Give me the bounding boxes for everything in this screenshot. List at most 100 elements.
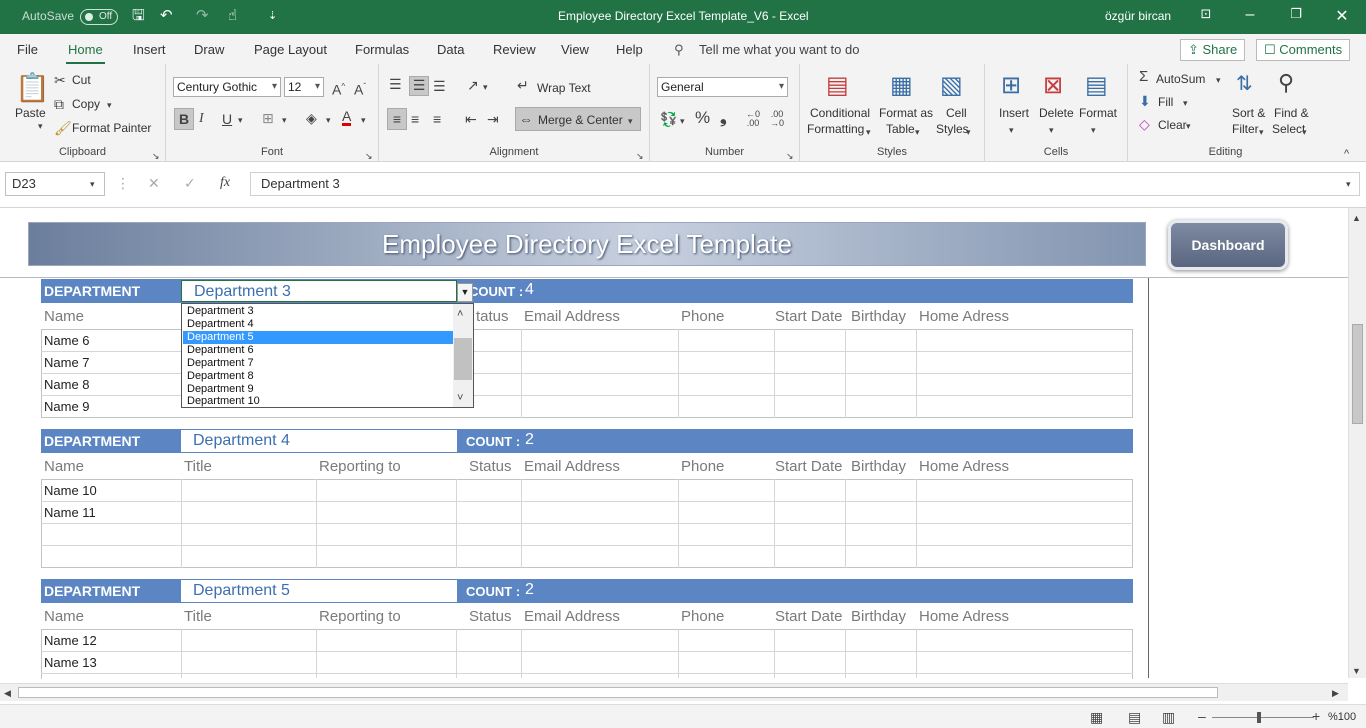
zoom-slider[interactable] (1212, 717, 1314, 718)
delete-cells-button[interactable]: Delete (1039, 106, 1074, 120)
zoom-out-icon[interactable]: – (1198, 708, 1206, 724)
wrap-text-button[interactable]: Wrap Text (537, 81, 591, 95)
fill-color-dropdown-icon[interactable]: ▾ (326, 112, 331, 128)
dropdown-option[interactable]: Department 4 (183, 318, 453, 331)
redo-icon[interactable]: ↷ (196, 7, 209, 25)
format-cells-button[interactable]: Format (1079, 106, 1117, 120)
find-select-dropdown-icon[interactable]: ▾ (1302, 124, 1307, 140)
dropdown-option[interactable]: Department 7 (183, 357, 453, 370)
page-break-view-icon[interactable]: ▥ (1162, 709, 1175, 725)
tab-data[interactable]: Data (437, 42, 464, 57)
font-color-icon[interactable]: A (342, 109, 352, 126)
insert-cells-icon[interactable]: ⊞ (1001, 72, 1021, 100)
table-row-name[interactable]: Name 10 (44, 483, 97, 498)
clear-icon[interactable]: ◇ (1139, 116, 1150, 132)
table-row-name[interactable]: Name 7 (44, 355, 90, 370)
increase-font-icon[interactable]: A^ (332, 79, 345, 98)
cell-styles-icon[interactable]: ▧ (940, 72, 963, 100)
restore-icon[interactable]: ❐ (1286, 6, 1306, 22)
decrease-font-icon[interactable]: Aˇ (354, 79, 366, 98)
paste-icon[interactable]: 📋 (15, 72, 50, 104)
fill-dropdown-icon[interactable]: ▾ (1183, 95, 1188, 111)
user-name[interactable]: özgür bircan (1105, 9, 1171, 23)
scroll-down-icon[interactable]: ▼ (1352, 663, 1361, 679)
autosum-icon[interactable]: Σ (1139, 69, 1148, 85)
autosum-dropdown-icon[interactable]: ▾ (1216, 72, 1221, 88)
table-row-name[interactable]: Name 9 (44, 399, 90, 414)
table-row-name[interactable]: Name 8 (44, 377, 90, 392)
scroll-right-icon[interactable]: ▶ (1332, 685, 1339, 701)
underline-icon[interactable]: U (222, 111, 232, 127)
table-row-name[interactable]: Name 13 (44, 655, 97, 670)
tab-home[interactable]: Home (66, 42, 105, 65)
borders-icon[interactable]: ⊞ (262, 110, 274, 126)
vertical-scrollbar[interactable]: ▲ ▼ (1348, 208, 1366, 678)
merge-dropdown-icon[interactable]: ▾ (628, 113, 633, 129)
cut-button[interactable]: Cut (72, 73, 91, 87)
fill-color-icon[interactable]: ◈ (306, 110, 317, 126)
delete-cells-icon[interactable]: ⊠ (1043, 72, 1063, 100)
number-format-select[interactable]: General (657, 77, 788, 97)
horizontal-scroll-thumb[interactable] (18, 687, 1218, 698)
dropdown-option[interactable]: Department 3 (183, 305, 453, 318)
align-left-icon[interactable]: ≡ (387, 108, 407, 130)
tell-me-input[interactable]: Tell me what you want to do (699, 42, 859, 57)
decrease-indent-icon[interactable]: ⇤ (465, 111, 477, 127)
chevron-down-icon[interactable]: ˅ (457, 390, 463, 406)
normal-view-icon[interactable]: ▦ (1090, 709, 1103, 725)
close-icon[interactable]: ✕ (1332, 6, 1352, 26)
italic-icon[interactable]: I (199, 111, 204, 127)
share-button[interactable]: ⇪ Share (1180, 39, 1246, 61)
underline-dropdown-icon[interactable]: ▾ (238, 112, 243, 128)
sort-filter-button[interactable]: Sort & (1232, 106, 1265, 120)
table-row-name[interactable]: Name 11 (44, 505, 96, 520)
dropdown-option[interactable]: Department 8 (183, 370, 453, 383)
comments-button[interactable]: ☐ Comments (1256, 39, 1351, 61)
conditional-formatting-button[interactable]: Conditional (810, 106, 870, 120)
format-as-table-button[interactable]: Format as (879, 106, 933, 120)
format-painter-icon[interactable]: 🖌 (54, 120, 72, 136)
bold-icon[interactable]: B (174, 108, 194, 130)
tab-draw[interactable]: Draw (194, 42, 224, 57)
dropdown-arrow-button[interactable]: ▼ (457, 283, 473, 302)
vertical-scroll-thumb[interactable] (1352, 324, 1363, 424)
format-painter-button[interactable]: Format Painter (72, 121, 151, 135)
clear-dropdown-icon[interactable]: ▾ (1186, 118, 1191, 134)
sort-filter-icon[interactable]: ⇅ (1236, 72, 1253, 96)
dropdown-option[interactable]: Department 6 (183, 344, 453, 357)
cell-styles-dropdown-icon[interactable]: ▾ (966, 124, 971, 140)
font-color-dropdown-icon[interactable]: ▾ (361, 112, 366, 128)
sort-filter-dropdown-icon[interactable]: ▾ (1259, 124, 1264, 140)
table-row-name[interactable]: Name 12 (44, 633, 97, 648)
find-select-icon[interactable]: ⚲ (1278, 70, 1294, 96)
borders-dropdown-icon[interactable]: ▾ (282, 112, 287, 128)
enter-icon[interactable]: ✓ (184, 175, 196, 191)
dropdown-scroll-thumb[interactable] (454, 338, 472, 380)
percent-icon[interactable]: % (695, 109, 710, 126)
undo-icon[interactable]: ↶ (160, 7, 173, 25)
department-select-cell[interactable]: Department 3 (181, 280, 457, 302)
minimize-icon[interactable]: – (1240, 6, 1260, 24)
insert-dropdown-icon[interactable]: ▾ (1009, 122, 1014, 138)
zoom-in-icon[interactable]: + (1312, 708, 1320, 724)
expand-formula-icon[interactable]: ▾ (1346, 176, 1351, 192)
dashboard-button[interactable]: Dashboard (1168, 220, 1288, 270)
tab-help[interactable]: Help (616, 42, 643, 57)
search-icon[interactable]: ⚲ (674, 42, 684, 58)
find-select-button[interactable]: Find & (1274, 106, 1309, 120)
touch-mode-icon[interactable]: ☝ (228, 7, 237, 25)
department-select-cell[interactable]: Department 5 (181, 580, 457, 602)
clear-button[interactable]: Clear (1158, 118, 1187, 132)
font-size-select[interactable]: 12 (284, 77, 324, 97)
tab-review[interactable]: Review (493, 42, 536, 57)
paste-dropdown-icon[interactable]: ▾ (38, 118, 43, 134)
autosum-button[interactable]: AutoSum (1156, 72, 1205, 86)
increase-decimal-icon[interactable]: ←0.00 (746, 110, 760, 128)
table-row-name[interactable]: Name 6 (44, 333, 90, 348)
fill-icon[interactable]: ⬇ (1139, 93, 1151, 109)
scroll-up-icon[interactable]: ▲ (1352, 210, 1361, 226)
collapse-ribbon-icon[interactable]: ^ (1344, 146, 1349, 162)
orientation-icon[interactable]: ↗ (467, 77, 479, 93)
copy-button[interactable]: Copy (72, 97, 100, 111)
format-cells-icon[interactable]: ▤ (1085, 72, 1108, 100)
